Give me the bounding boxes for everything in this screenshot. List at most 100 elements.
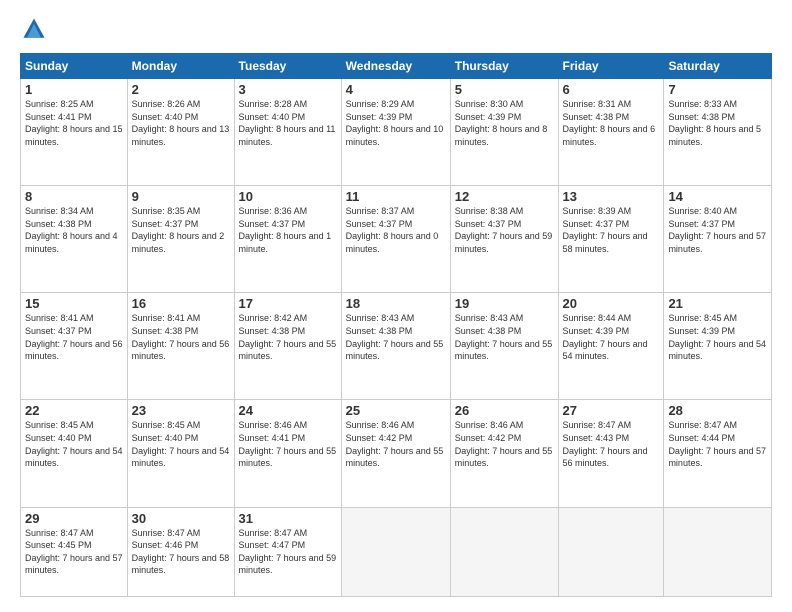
day-number: 16 [132, 296, 230, 311]
day-number: 25 [346, 403, 446, 418]
table-row: 20 Sunrise: 8:44 AM Sunset: 4:39 PM Dayl… [558, 293, 664, 400]
day-number: 19 [455, 296, 554, 311]
day-number: 27 [563, 403, 660, 418]
day-number: 22 [25, 403, 123, 418]
table-row: 1 Sunrise: 8:25 AM Sunset: 4:41 PM Dayli… [21, 79, 128, 186]
day-info: Sunrise: 8:38 AM Sunset: 4:37 PM Dayligh… [455, 205, 554, 255]
table-row: 27 Sunrise: 8:47 AM Sunset: 4:43 PM Dayl… [558, 400, 664, 507]
logo-icon [20, 15, 48, 43]
header-thursday: Thursday [450, 54, 558, 79]
day-info: Sunrise: 8:31 AM Sunset: 4:38 PM Dayligh… [563, 98, 660, 148]
table-row: 11 Sunrise: 8:37 AM Sunset: 4:37 PM Dayl… [341, 186, 450, 293]
day-number: 21 [668, 296, 767, 311]
table-row: 24 Sunrise: 8:46 AM Sunset: 4:41 PM Dayl… [234, 400, 341, 507]
table-row: 17 Sunrise: 8:42 AM Sunset: 4:38 PM Dayl… [234, 293, 341, 400]
table-row: 19 Sunrise: 8:43 AM Sunset: 4:38 PM Dayl… [450, 293, 558, 400]
day-number: 11 [346, 189, 446, 204]
table-row: 4 Sunrise: 8:29 AM Sunset: 4:39 PM Dayli… [341, 79, 450, 186]
header-tuesday: Tuesday [234, 54, 341, 79]
table-row: 8 Sunrise: 8:34 AM Sunset: 4:38 PM Dayli… [21, 186, 128, 293]
table-row: 16 Sunrise: 8:41 AM Sunset: 4:38 PM Dayl… [127, 293, 234, 400]
day-info: Sunrise: 8:30 AM Sunset: 4:39 PM Dayligh… [455, 98, 554, 148]
day-number: 1 [25, 82, 123, 97]
table-row: 3 Sunrise: 8:28 AM Sunset: 4:40 PM Dayli… [234, 79, 341, 186]
table-row: 5 Sunrise: 8:30 AM Sunset: 4:39 PM Dayli… [450, 79, 558, 186]
day-number: 7 [668, 82, 767, 97]
day-info: Sunrise: 8:25 AM Sunset: 4:41 PM Dayligh… [25, 98, 123, 148]
table-row: 10 Sunrise: 8:36 AM Sunset: 4:37 PM Dayl… [234, 186, 341, 293]
day-info: Sunrise: 8:42 AM Sunset: 4:38 PM Dayligh… [239, 312, 337, 362]
table-row [664, 507, 772, 596]
day-info: Sunrise: 8:47 AM Sunset: 4:46 PM Dayligh… [132, 527, 230, 577]
day-info: Sunrise: 8:47 AM Sunset: 4:43 PM Dayligh… [563, 419, 660, 469]
table-row: 12 Sunrise: 8:38 AM Sunset: 4:37 PM Dayl… [450, 186, 558, 293]
day-number: 24 [239, 403, 337, 418]
calendar-week-row: 29 Sunrise: 8:47 AM Sunset: 4:45 PM Dayl… [21, 507, 772, 596]
day-number: 18 [346, 296, 446, 311]
day-info: Sunrise: 8:46 AM Sunset: 4:41 PM Dayligh… [239, 419, 337, 469]
table-row: 25 Sunrise: 8:46 AM Sunset: 4:42 PM Dayl… [341, 400, 450, 507]
calendar-header-row: Sunday Monday Tuesday Wednesday Thursday… [21, 54, 772, 79]
header-wednesday: Wednesday [341, 54, 450, 79]
table-row: 6 Sunrise: 8:31 AM Sunset: 4:38 PM Dayli… [558, 79, 664, 186]
calendar: Sunday Monday Tuesday Wednesday Thursday… [20, 53, 772, 597]
day-number: 20 [563, 296, 660, 311]
day-number: 9 [132, 189, 230, 204]
calendar-week-row: 1 Sunrise: 8:25 AM Sunset: 4:41 PM Dayli… [21, 79, 772, 186]
day-number: 30 [132, 511, 230, 526]
header-saturday: Saturday [664, 54, 772, 79]
day-number: 8 [25, 189, 123, 204]
day-info: Sunrise: 8:33 AM Sunset: 4:38 PM Dayligh… [668, 98, 767, 148]
header-monday: Monday [127, 54, 234, 79]
table-row: 29 Sunrise: 8:47 AM Sunset: 4:45 PM Dayl… [21, 507, 128, 596]
day-info: Sunrise: 8:36 AM Sunset: 4:37 PM Dayligh… [239, 205, 337, 255]
day-number: 3 [239, 82, 337, 97]
day-info: Sunrise: 8:41 AM Sunset: 4:38 PM Dayligh… [132, 312, 230, 362]
header-sunday: Sunday [21, 54, 128, 79]
calendar-week-row: 8 Sunrise: 8:34 AM Sunset: 4:38 PM Dayli… [21, 186, 772, 293]
day-info: Sunrise: 8:37 AM Sunset: 4:37 PM Dayligh… [346, 205, 446, 255]
table-row [558, 507, 664, 596]
day-info: Sunrise: 8:47 AM Sunset: 4:44 PM Dayligh… [668, 419, 767, 469]
table-row: 21 Sunrise: 8:45 AM Sunset: 4:39 PM Dayl… [664, 293, 772, 400]
day-number: 4 [346, 82, 446, 97]
table-row: 26 Sunrise: 8:46 AM Sunset: 4:42 PM Dayl… [450, 400, 558, 507]
table-row: 30 Sunrise: 8:47 AM Sunset: 4:46 PM Dayl… [127, 507, 234, 596]
day-number: 17 [239, 296, 337, 311]
table-row: 9 Sunrise: 8:35 AM Sunset: 4:37 PM Dayli… [127, 186, 234, 293]
day-info: Sunrise: 8:35 AM Sunset: 4:37 PM Dayligh… [132, 205, 230, 255]
day-info: Sunrise: 8:47 AM Sunset: 4:47 PM Dayligh… [239, 527, 337, 577]
day-info: Sunrise: 8:34 AM Sunset: 4:38 PM Dayligh… [25, 205, 123, 255]
logo [20, 15, 52, 43]
table-row: 2 Sunrise: 8:26 AM Sunset: 4:40 PM Dayli… [127, 79, 234, 186]
day-info: Sunrise: 8:39 AM Sunset: 4:37 PM Dayligh… [563, 205, 660, 255]
day-info: Sunrise: 8:44 AM Sunset: 4:39 PM Dayligh… [563, 312, 660, 362]
day-number: 6 [563, 82, 660, 97]
table-row: 22 Sunrise: 8:45 AM Sunset: 4:40 PM Dayl… [21, 400, 128, 507]
table-row: 13 Sunrise: 8:39 AM Sunset: 4:37 PM Dayl… [558, 186, 664, 293]
day-number: 29 [25, 511, 123, 526]
day-number: 10 [239, 189, 337, 204]
day-number: 28 [668, 403, 767, 418]
day-info: Sunrise: 8:46 AM Sunset: 4:42 PM Dayligh… [346, 419, 446, 469]
day-info: Sunrise: 8:40 AM Sunset: 4:37 PM Dayligh… [668, 205, 767, 255]
table-row: 14 Sunrise: 8:40 AM Sunset: 4:37 PM Dayl… [664, 186, 772, 293]
table-row: 7 Sunrise: 8:33 AM Sunset: 4:38 PM Dayli… [664, 79, 772, 186]
table-row: 31 Sunrise: 8:47 AM Sunset: 4:47 PM Dayl… [234, 507, 341, 596]
day-info: Sunrise: 8:46 AM Sunset: 4:42 PM Dayligh… [455, 419, 554, 469]
calendar-week-row: 22 Sunrise: 8:45 AM Sunset: 4:40 PM Dayl… [21, 400, 772, 507]
day-info: Sunrise: 8:45 AM Sunset: 4:40 PM Dayligh… [25, 419, 123, 469]
page: Sunday Monday Tuesday Wednesday Thursday… [0, 0, 792, 612]
day-info: Sunrise: 8:41 AM Sunset: 4:37 PM Dayligh… [25, 312, 123, 362]
day-number: 14 [668, 189, 767, 204]
day-info: Sunrise: 8:28 AM Sunset: 4:40 PM Dayligh… [239, 98, 337, 148]
day-number: 2 [132, 82, 230, 97]
day-info: Sunrise: 8:43 AM Sunset: 4:38 PM Dayligh… [455, 312, 554, 362]
table-row: 23 Sunrise: 8:45 AM Sunset: 4:40 PM Dayl… [127, 400, 234, 507]
day-number: 13 [563, 189, 660, 204]
day-info: Sunrise: 8:47 AM Sunset: 4:45 PM Dayligh… [25, 527, 123, 577]
day-number: 23 [132, 403, 230, 418]
table-row [450, 507, 558, 596]
day-info: Sunrise: 8:26 AM Sunset: 4:40 PM Dayligh… [132, 98, 230, 148]
day-info: Sunrise: 8:29 AM Sunset: 4:39 PM Dayligh… [346, 98, 446, 148]
